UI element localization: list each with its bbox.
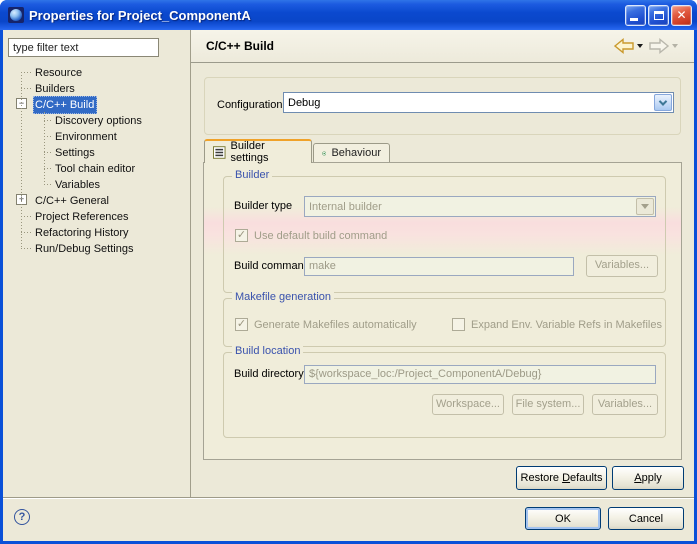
build-directory-label: Build directory	[234, 364, 304, 384]
tree-item[interactable]: Resource	[3, 64, 189, 80]
location-group-title: Build location	[232, 345, 303, 357]
tree-item[interactable]: Environment	[3, 128, 189, 144]
builder-type-value: Internal builder	[305, 201, 635, 213]
minimize-icon	[630, 18, 638, 21]
check-icon: ✓	[236, 319, 247, 330]
build-directory-field: ${workspace_loc:/Project_ComponentA/Debu…	[304, 365, 656, 384]
builder-type-dropdown-button	[636, 198, 654, 215]
builder-group: Builder Builder type Internal builder ✓ …	[223, 176, 666, 293]
configuration-value: Debug	[284, 97, 653, 109]
tree-item[interactable]: Settings	[3, 144, 189, 160]
tree-item[interactable]: Discovery options	[3, 112, 189, 128]
configuration-label: Configuration:	[217, 95, 286, 115]
generate-makefiles-label: Generate Makefiles automatically	[254, 315, 417, 335]
tree-item[interactable]: −C/C++ Build	[3, 96, 189, 112]
properties-dialog: Properties for Project_ComponentA ✕ Reso…	[0, 0, 697, 544]
workspace-button: Workspace...	[432, 394, 504, 415]
mnemonic: A	[634, 472, 641, 484]
tree-item[interactable]: Run/Debug Settings	[3, 240, 189, 256]
build-command-label: Build command:	[234, 256, 313, 276]
chevron-down-icon	[641, 204, 649, 209]
build-command-field: make	[304, 257, 574, 276]
tree-item[interactable]: Project References	[3, 208, 189, 224]
tree-connector	[21, 72, 22, 248]
tree-item[interactable]: Refactoring History	[3, 224, 189, 240]
apply-button[interactable]: Apply	[612, 466, 684, 490]
title-bar[interactable]: Properties for Project_ComponentA ✕	[0, 0, 697, 30]
properties-tree: ResourceBuilders−C/C++ BuildDiscovery op…	[3, 64, 189, 256]
minimize-button[interactable]	[625, 5, 646, 26]
button-label: pply	[642, 472, 662, 484]
variables-button: Variables...	[586, 255, 658, 277]
use-default-checkbox: ✓	[235, 229, 248, 242]
pane-header: C/C++ Build	[191, 30, 694, 63]
tab-behaviour[interactable]: Behaviour	[313, 143, 390, 162]
tree-connector	[44, 112, 45, 184]
builder-type-combo: Internal builder	[304, 196, 656, 217]
builder-settings-panel: Builder Builder type Internal builder ✓ …	[203, 162, 682, 460]
restore-defaults-button[interactable]: Restore Defaults	[516, 466, 607, 490]
makefile-group-title: Makefile generation	[232, 291, 334, 303]
page-title: C/C++ Build	[206, 39, 614, 53]
back-button[interactable]	[614, 38, 649, 54]
app-icon	[8, 7, 24, 23]
tree-item-label: Run/Debug Settings	[33, 240, 136, 258]
help-button[interactable]: ?	[14, 509, 30, 525]
cancel-button[interactable]: Cancel	[608, 507, 684, 530]
forward-button[interactable]	[649, 38, 684, 54]
filter-input[interactable]	[8, 38, 159, 57]
expand-env-label: Expand Env. Variable Refs in Makefiles	[471, 315, 662, 335]
configuration-dropdown-button[interactable]	[654, 94, 672, 111]
tree-item[interactable]: +C/C++ General	[3, 192, 189, 208]
configuration-section: Configuration: Debug	[204, 77, 681, 135]
maximize-icon	[654, 11, 664, 20]
button-bar-divider	[3, 497, 694, 499]
expand-env-checkbox	[452, 318, 465, 331]
variables-button: Variables...	[592, 394, 658, 415]
back-icon	[614, 38, 634, 54]
tree-item[interactable]: Builders	[3, 80, 189, 96]
builder-group-title: Builder	[232, 169, 272, 181]
mnemonic: D	[562, 472, 570, 484]
window-title: Properties for Project_ComponentA	[29, 8, 623, 23]
button-label: efaults	[570, 472, 602, 484]
forward-icon	[649, 38, 669, 54]
ok-button[interactable]: OK	[525, 507, 601, 530]
use-default-label: Use default build command	[254, 226, 387, 246]
tab-label: Builder settings	[231, 140, 303, 164]
maximize-button[interactable]	[648, 5, 669, 26]
tab-builder-settings[interactable]: Builder settings	[204, 139, 312, 163]
build-location-group: Build location Build directory ${workspa…	[223, 352, 666, 438]
back-menu-caret-icon[interactable]	[637, 44, 643, 48]
makefile-generation-group: Makefile generation ✓ Generate Makefiles…	[223, 298, 666, 347]
generate-makefiles-checkbox: ✓	[235, 318, 248, 331]
tab-label: Behaviour	[331, 147, 381, 159]
tree-item[interactable]: Variables	[3, 176, 189, 192]
close-button[interactable]: ✕	[671, 5, 692, 26]
builder-type-label: Builder type	[234, 196, 292, 216]
button-label: Restore	[521, 472, 563, 484]
check-icon: ✓	[236, 230, 247, 241]
forward-menu-caret-icon	[672, 44, 678, 48]
configuration-combo[interactable]: Debug	[283, 92, 674, 113]
panel-divider	[190, 30, 191, 497]
tree-item[interactable]: Tool chain editor	[3, 160, 189, 176]
list-icon	[213, 146, 226, 159]
dialog-body: ResourceBuilders−C/C++ BuildDiscovery op…	[3, 30, 694, 541]
file-system-button: File system...	[512, 394, 584, 415]
target-icon	[322, 147, 326, 160]
chevron-down-icon	[659, 97, 667, 105]
